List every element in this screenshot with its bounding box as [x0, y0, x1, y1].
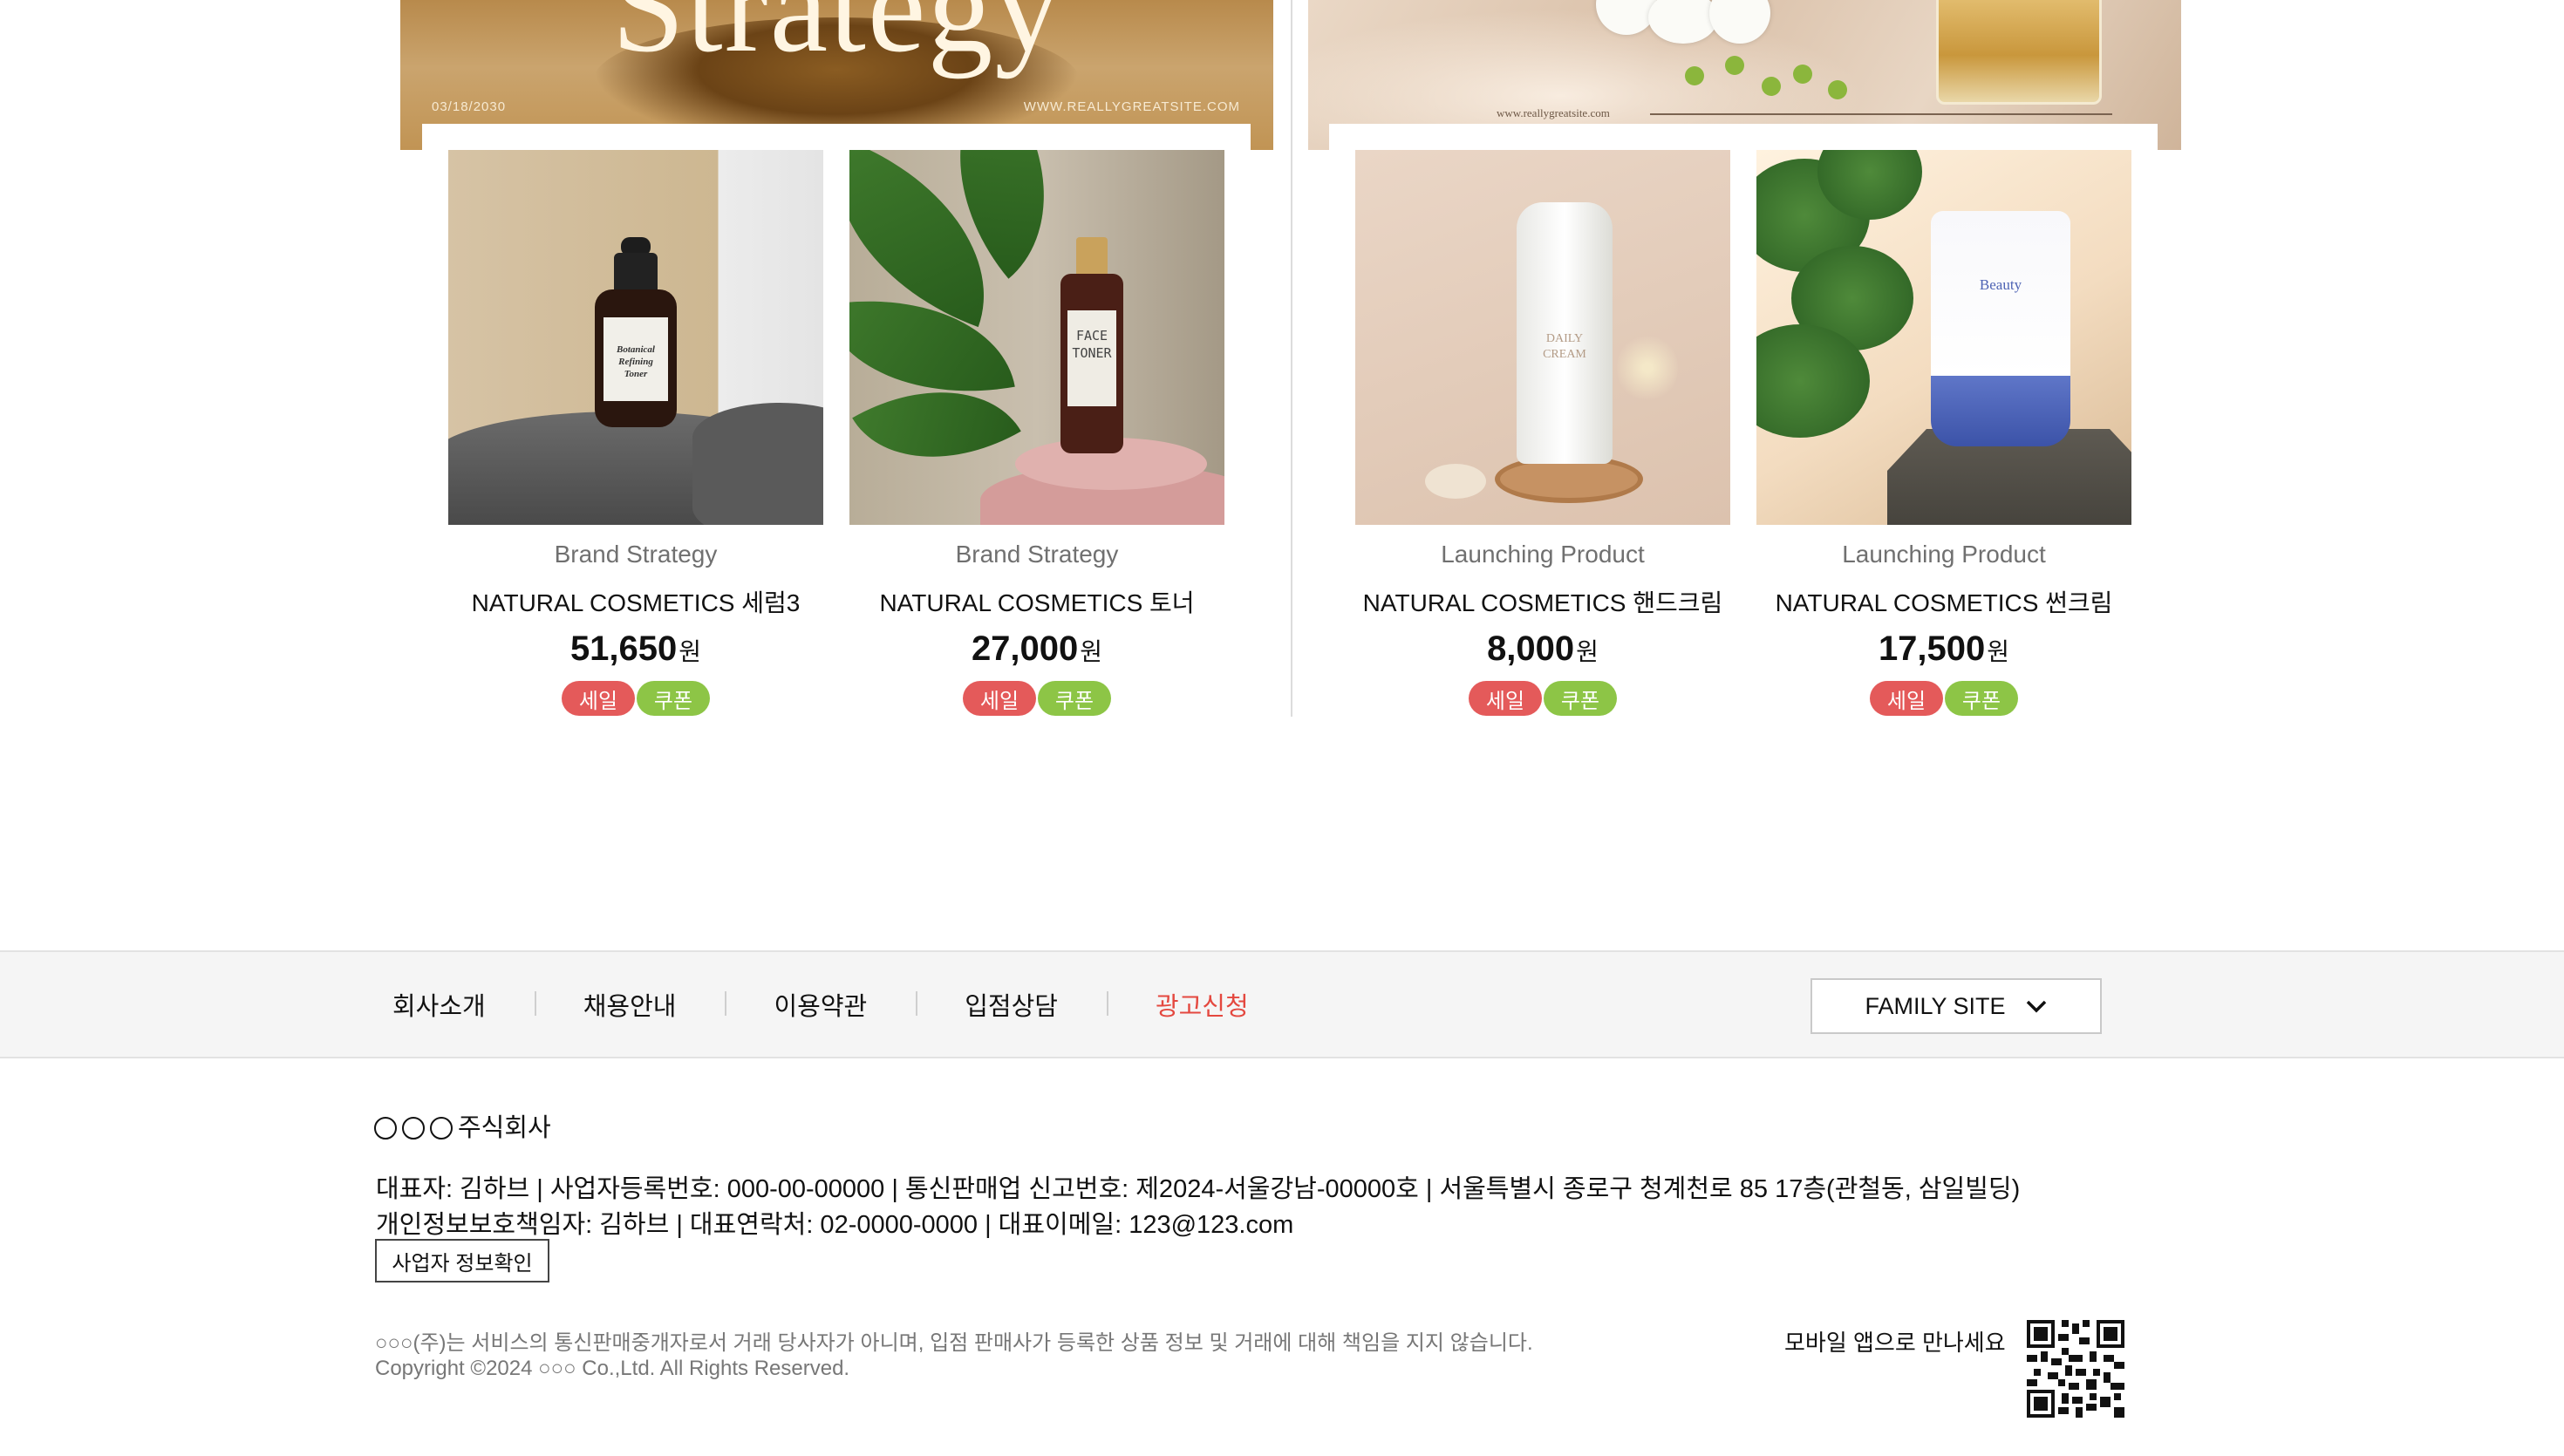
- cream-label-icon: DAILY CREAM: [1543, 332, 1586, 361]
- coupon-badge: 쿠폰: [1945, 681, 2018, 716]
- qr-code-icon[interactable]: [2027, 1320, 2124, 1418]
- bud-shape: [1828, 80, 1847, 99]
- banner-line: [1650, 113, 2112, 115]
- company-name: 주식회사: [374, 1107, 551, 1144]
- coupon-badge: 쿠폰: [1038, 681, 1111, 716]
- toner-bottle-icon: FACE TONER: [1060, 237, 1123, 453]
- sale-badge: 세일: [1870, 681, 1943, 716]
- coupon-badge: 쿠폰: [1544, 681, 1617, 716]
- product-image[interactable]: Beauty: [1756, 150, 2131, 525]
- product-category: Brand Strategy: [955, 541, 1119, 568]
- pedestal-shape: [692, 403, 823, 525]
- price-currency: 원: [679, 638, 702, 665]
- banner-url: www.reallygreatsite.com: [1497, 106, 1610, 119]
- perfume-bottle: [1936, 0, 2102, 105]
- family-site-label: FAMILY SITE: [1865, 992, 2006, 1019]
- product-image[interactable]: Botanical Refining Toner: [448, 150, 823, 525]
- badge-group: 세일 쿠폰: [448, 681, 823, 716]
- product-card[interactable]: DAILY CREAM Launching Product NATURAL CO…: [1355, 150, 1730, 716]
- footer-link-company[interactable]: 회사소개: [358, 986, 535, 1023]
- company-contact-line: 개인정보보호책임자: 김하브 | 대표연락처: 02-0000-0000 | 대…: [376, 1211, 1294, 1239]
- footer-link-careers[interactable]: 채용안내: [534, 986, 726, 1023]
- product-name[interactable]: NATURAL COSMETICS 세럼3: [448, 584, 823, 619]
- copyright-text: Copyright ©2024 ○○○ Co.,Ltd. All Rights …: [375, 1357, 850, 1380]
- product-name[interactable]: NATURAL COSMETICS 핸드크림: [1355, 584, 1730, 619]
- circle-mark: [430, 1117, 453, 1140]
- footer-links: 회사소개 채용안내 이용약관 입점상담 광고신청: [358, 952, 1298, 1057]
- bud-shape: [1762, 77, 1781, 96]
- company-name-text: 주식회사: [458, 1114, 551, 1142]
- bud-shape: [1725, 56, 1744, 75]
- banner-url: WWW.REALLYGREATSITE.COM: [1023, 99, 1240, 114]
- product-image[interactable]: DAILY CREAM: [1355, 150, 1730, 525]
- price-currency: 원: [1576, 638, 1599, 665]
- coupon-badge: 쿠폰: [637, 681, 710, 716]
- product-card[interactable]: Beauty Launching Product NATURAL COSMETI…: [1756, 150, 2131, 716]
- product-price: 27,000원: [849, 629, 1224, 669]
- product-category: Launching Product: [1842, 541, 2046, 568]
- product-price: 8,000원: [1355, 629, 1730, 669]
- product-price: 51,650원: [448, 629, 823, 669]
- product-card[interactable]: Botanical Refining Toner Brand Strategy …: [448, 150, 823, 716]
- price-value: 17,500: [1878, 629, 1986, 668]
- flower-shape: [1425, 464, 1486, 499]
- sunscreen-label-icon: Beauty: [1980, 276, 2022, 293]
- bottle-label-text: FACE: [1076, 328, 1108, 344]
- bottle-label-text: TONER: [1072, 345, 1112, 361]
- price-value: 8,000: [1487, 629, 1575, 668]
- product-price: 17,500원: [1756, 629, 2131, 669]
- product-card[interactable]: FACE TONER Brand Strategy NATURAL COSMET…: [849, 150, 1224, 716]
- footer-nav: 회사소개 채용안내 이용약관 입점상담 광고신청 FAMILY SITE: [0, 950, 2564, 1058]
- sunscreen-tube: [1931, 211, 2070, 446]
- product-image[interactable]: FACE TONER: [849, 150, 1224, 525]
- tube-label-text: CREAM: [1543, 348, 1586, 361]
- price-currency: 원: [1080, 638, 1103, 665]
- banner-title: Strategy: [611, 0, 1062, 79]
- product-category: Brand Strategy: [554, 541, 718, 568]
- bottle-label-text: Toner: [624, 369, 648, 379]
- banner-date: 03/18/2030: [432, 99, 507, 114]
- product-name[interactable]: NATURAL COSMETICS 썬크림: [1756, 584, 2131, 619]
- bottle-label-text: Refining: [617, 357, 653, 367]
- circle-mark: [402, 1117, 425, 1140]
- product-category: Launching Product: [1441, 541, 1645, 568]
- bud-shape: [1793, 65, 1812, 84]
- disclaimer-text: ○○○(주)는 서비스의 통신판매중개자로서 거래 당사자가 아니며, 입점 판…: [375, 1331, 1533, 1355]
- tube-label-text: DAILY: [1546, 332, 1583, 345]
- business-info-button[interactable]: 사업자 정보확인: [375, 1239, 549, 1283]
- tube-label-text: Beauty: [1980, 276, 2022, 293]
- product-name[interactable]: NATURAL COSMETICS 토너: [849, 584, 1224, 619]
- circle-mark: [374, 1117, 397, 1140]
- mobile-app-text: 모바일 앱으로 만나세요: [1784, 1330, 2006, 1356]
- family-site-select[interactable]: FAMILY SITE: [1810, 978, 2102, 1034]
- price-value: 27,000: [971, 629, 1079, 668]
- footer-link-terms[interactable]: 이용약관: [725, 986, 916, 1023]
- section-divider: [1291, 0, 1292, 717]
- chevron-down-icon: [2026, 1000, 2046, 1013]
- flower-shape: [1617, 333, 1678, 403]
- price-value: 51,650: [569, 629, 678, 668]
- badge-group: 세일 쿠폰: [1355, 681, 1730, 716]
- company-info-line: 대표자: 김하브 | 사업자등록번호: 000-00-00000 | 통신판매업…: [376, 1175, 2021, 1203]
- bottle-label-text: Botanical: [616, 344, 656, 355]
- bud-shape: [1685, 66, 1704, 85]
- footer-link-advertise[interactable]: 광고신청: [1106, 986, 1298, 1023]
- sale-badge: 세일: [1469, 681, 1542, 716]
- badge-group: 세일 쿠폰: [1756, 681, 2131, 716]
- price-currency: 원: [1987, 638, 2010, 665]
- sale-badge: 세일: [562, 681, 635, 716]
- serum-bottle-icon: Botanical Refining Toner: [595, 237, 677, 427]
- badge-group: 세일 쿠폰: [849, 681, 1224, 716]
- footer-link-partnership[interactable]: 입점상담: [916, 986, 1107, 1023]
- sale-badge: 세일: [963, 681, 1036, 716]
